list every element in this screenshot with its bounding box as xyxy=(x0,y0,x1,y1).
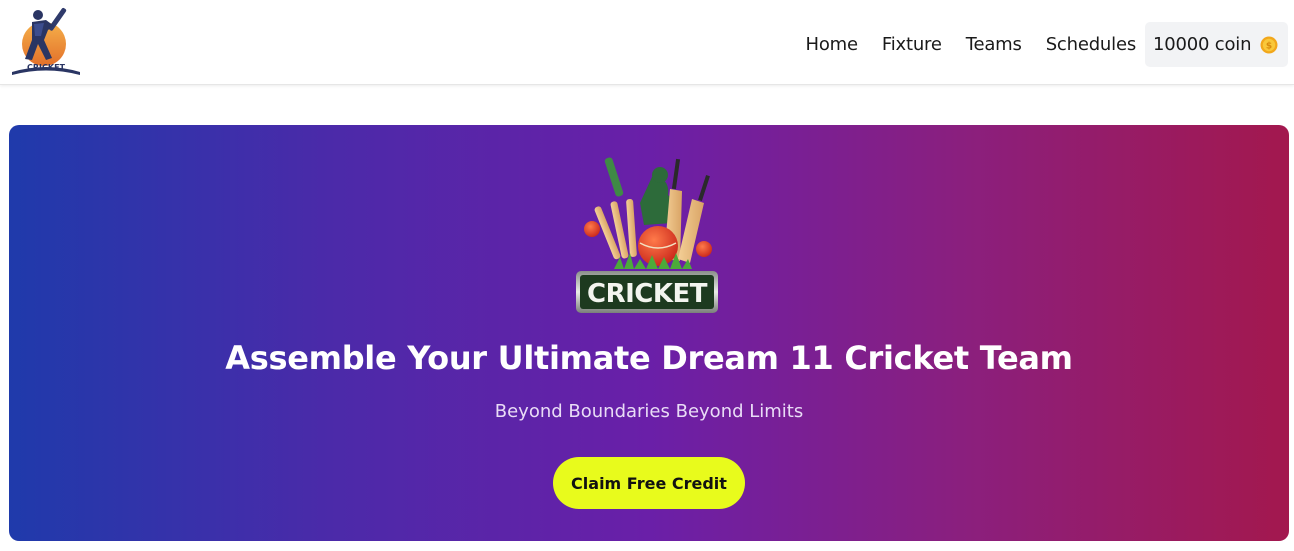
svg-text:$: $ xyxy=(1266,41,1272,51)
cricket-logo[interactable]: CRICKET xyxy=(8,4,84,80)
hero-graphic-text: CRICKET xyxy=(587,279,708,309)
hero-title: Assemble Your Ultimate Dream 11 Cricket … xyxy=(225,339,1073,377)
coin-balance[interactable]: 10000 coin $ xyxy=(1145,22,1288,67)
hero-subtitle: Beyond Boundaries Beyond Limits xyxy=(494,401,804,422)
claim-free-credit-button[interactable]: Claim Free Credit xyxy=(553,457,745,509)
nav-schedules[interactable]: Schedules xyxy=(1046,34,1136,55)
main-nav: Home Fixture Teams Schedules 10000 coin … xyxy=(806,22,1294,67)
cricket-bats-stumps-ball-icon: CRICKET xyxy=(576,157,718,313)
navbar: CRICKET Home Fixture Teams Schedules 100… xyxy=(0,0,1294,85)
coin-balance-label: 10000 coin xyxy=(1153,34,1252,55)
hero-cricket-graphic: CRICKET xyxy=(574,153,724,319)
gold-coin-icon: $ xyxy=(1260,36,1278,53)
hero-banner: CRICKET Assemble Your Ultimate Dream 11 … xyxy=(9,125,1289,541)
logo-text: CRICKET xyxy=(27,63,66,72)
nav-fixture[interactable]: Fixture xyxy=(882,34,942,55)
nav-teams[interactable]: Teams xyxy=(966,34,1022,55)
nav-home[interactable]: Home xyxy=(806,34,859,55)
cricket-batsman-logo-icon: CRICKET xyxy=(12,7,80,75)
